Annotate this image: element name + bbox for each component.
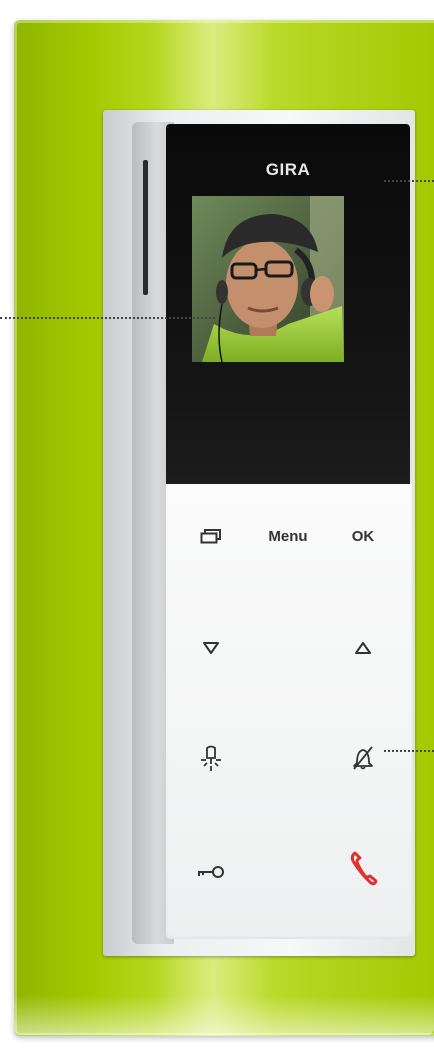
leader-line-mute bbox=[384, 750, 434, 752]
down-button[interactable] bbox=[181, 628, 241, 668]
up-triangle-icon bbox=[355, 642, 371, 654]
screens-button[interactable] bbox=[181, 516, 241, 556]
call-button[interactable] bbox=[333, 848, 393, 888]
mute-button[interactable] bbox=[333, 738, 393, 778]
door-open-button[interactable] bbox=[181, 852, 241, 892]
leader-line-camera bbox=[0, 317, 215, 319]
up-button[interactable] bbox=[333, 628, 393, 668]
caller-video-image bbox=[192, 196, 344, 362]
light-button[interactable] bbox=[181, 738, 241, 778]
brand-logo: GIRA bbox=[265, 160, 311, 179]
ok-button[interactable]: OK bbox=[333, 516, 393, 556]
screens-icon bbox=[200, 529, 221, 544]
mute-bell-icon bbox=[353, 746, 373, 770]
frame-reflection bbox=[14, 995, 434, 1035]
leader-line-display bbox=[384, 180, 434, 182]
down-triangle-icon bbox=[203, 642, 219, 654]
video-screen bbox=[192, 196, 344, 362]
handset-icon bbox=[350, 851, 377, 886]
side-slot bbox=[143, 160, 148, 295]
light-bulb-icon bbox=[201, 745, 221, 771]
key-icon bbox=[198, 866, 224, 878]
menu-button[interactable]: Menu bbox=[258, 516, 318, 556]
